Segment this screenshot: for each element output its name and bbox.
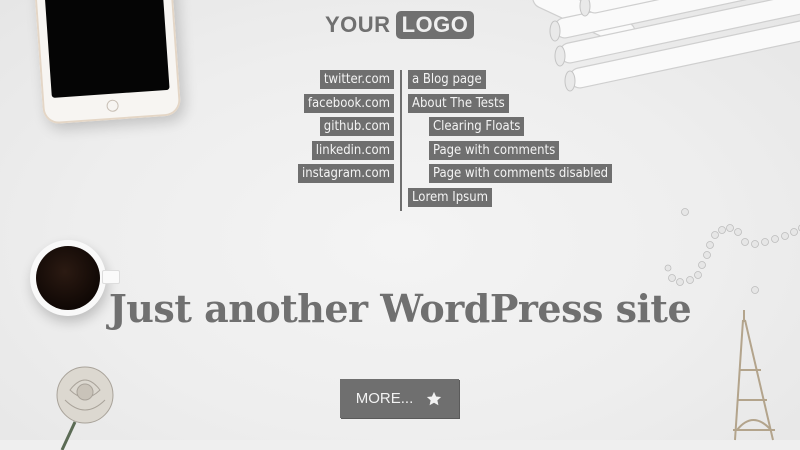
social-link-facebook[interactable]: facebook.com — [304, 94, 394, 113]
cup-handle — [102, 270, 120, 284]
menu-divider — [400, 70, 402, 211]
star-icon — [425, 390, 443, 408]
more-button-label: MORE... — [356, 390, 414, 407]
menu-item-about-the-tests[interactable]: About The Tests — [408, 94, 509, 113]
pages-menu: a Blog page About The Tests Clearing Flo… — [408, 70, 612, 211]
logo-text-your: YOUR — [325, 12, 391, 38]
site-logo[interactable]: YOUR LOGO — [325, 10, 474, 40]
tablet-home-button — [106, 99, 119, 112]
submenu-item-page-with-comments-disabled[interactable]: Page with comments disabled — [429, 164, 612, 183]
submenu-item-clearing-floats[interactable]: Clearing Floats — [429, 117, 524, 136]
eiffel-tower-image — [715, 310, 795, 450]
more-button[interactable]: MORE... — [340, 379, 459, 418]
rose-image — [40, 360, 130, 450]
social-link-instagram[interactable]: instagram.com — [298, 164, 394, 183]
social-link-github[interactable]: github.com — [320, 117, 394, 136]
logo-text-logo: LOGO — [396, 11, 475, 39]
site-tagline: Just another WordPress site — [0, 286, 800, 331]
social-link-linkedin[interactable]: linkedin.com — [312, 141, 394, 160]
menu-item-blog-page[interactable]: a Blog page — [408, 70, 486, 89]
social-link-twitter[interactable]: twitter.com — [320, 70, 394, 89]
social-links-menu: twitter.com facebook.com github.com link… — [298, 70, 394, 188]
pearl-necklace-image — [660, 200, 800, 300]
submenu-item-page-with-comments[interactable]: Page with comments — [429, 141, 559, 160]
menu-item-lorem-ipsum[interactable]: Lorem Ipsum — [408, 188, 492, 207]
tablet-screen — [43, 0, 169, 98]
tablet-image — [33, 0, 182, 125]
